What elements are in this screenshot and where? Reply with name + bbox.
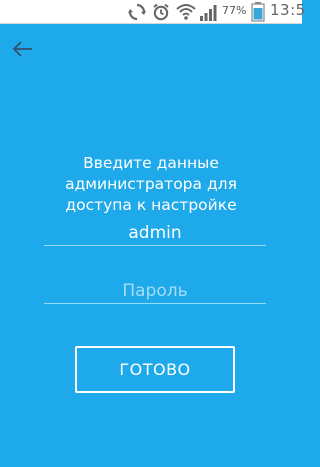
wifi-icon [176, 3, 196, 25]
signal-icon [199, 3, 219, 25]
clock: 13:5 [270, 1, 306, 19]
login-screen: Введите данные администратора для доступ… [0, 24, 302, 467]
back-button[interactable] [10, 40, 36, 62]
done-button[interactable]: ГОТОВО [75, 346, 235, 393]
battery-icon [251, 2, 265, 26]
battery-percent: 77% [222, 4, 247, 17]
admin-prompt-text: Введите данные администратора для доступ… [65, 154, 237, 214]
sync-icon [128, 3, 146, 25]
status-bar: 77% 13:5 [0, 0, 305, 26]
alarm-icon [152, 3, 170, 25]
username-field[interactable] [44, 220, 266, 246]
password-field[interactable] [44, 278, 266, 304]
arrow-left-icon [12, 41, 33, 61]
